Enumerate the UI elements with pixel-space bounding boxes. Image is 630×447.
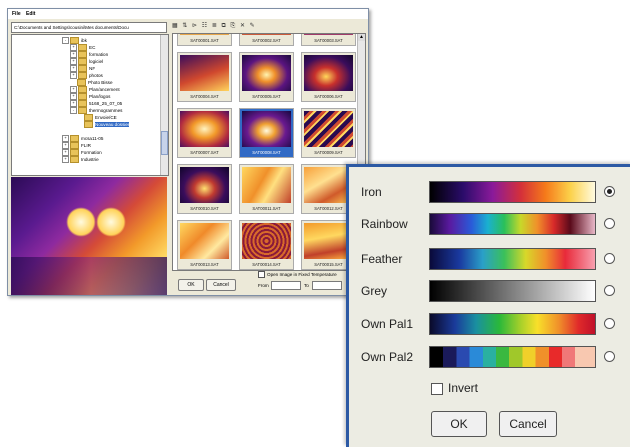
from-input[interactable] (271, 281, 301, 290)
thumbnail[interactable]: SAT00010.SAT (177, 164, 232, 214)
collapse-icon[interactable]: - (70, 107, 77, 115)
thumbnail[interactable]: SAT00014.SAT (239, 220, 294, 270)
palette-radio-iron[interactable] (604, 186, 615, 197)
palette-row-grey[interactable]: Grey (349, 280, 630, 302)
thumbnail-grid[interactable]: SAT00001.SAT SAT00002.SAT SAT00003.SAT S… (172, 33, 366, 271)
palette-radio-rainbow[interactable] (604, 218, 615, 229)
palette-label: Rainbow (361, 217, 408, 231)
palette-gradient-grey (429, 280, 596, 302)
from-label: From (258, 283, 269, 288)
palette-label: Own Pal2 (361, 350, 414, 364)
tree-item[interactable]: Envoie/CE (84, 114, 117, 122)
thumbnail-toolbar: ▦ ⇅ ⊳ ☷ ≣ ⧉ ⎘ ✕ ✎ (172, 21, 365, 31)
path-field[interactable]: C:\Documents and Settings\cousini\Mes do… (11, 22, 167, 33)
cancel-button-small[interactable]: Cancel (206, 279, 236, 291)
menu-bar: File Edit (8, 9, 368, 19)
thumbnail[interactable]: SAT00003.SAT (301, 34, 356, 46)
palette-radio-feather[interactable] (604, 253, 615, 264)
expand-icon[interactable]: + (62, 156, 69, 164)
sort-icon[interactable]: ⇅ (182, 23, 187, 29)
palette-radio-grey[interactable] (604, 285, 615, 296)
folder-icon (84, 121, 93, 129)
palette-gradient-own-pal2 (429, 346, 596, 368)
palette-gradient-feather (429, 248, 596, 270)
tree-item[interactable]: + NF (70, 65, 95, 73)
hotspot (66, 207, 96, 237)
tree-item[interactable]: - thermogrammes (70, 107, 122, 115)
palette-radio-own-pal2[interactable] (604, 351, 615, 362)
palette-radio-own-pal1[interactable] (604, 318, 615, 329)
collapse-icon[interactable]: - (62, 37, 69, 45)
image-browser-window: File Edit C:\Documents and Settings\cous… (7, 8, 369, 296)
fixed-temp-checkbox[interactable]: Open Image in Fixed Temperature (258, 271, 337, 279)
menu-edit[interactable]: Edit (26, 11, 35, 17)
thumbnail[interactable]: SAT00009.SAT (301, 108, 356, 158)
tree-item[interactable]: + Formation (62, 149, 102, 157)
filter-icon[interactable]: ⊳ (192, 23, 197, 29)
tree-item[interactable]: + formation (70, 51, 108, 59)
thumbnail[interactable]: SAT00004.SAT (177, 52, 232, 102)
ok-button[interactable]: OK (431, 411, 487, 437)
tree-item[interactable]: + Industrie (62, 156, 99, 164)
rename-icon[interactable]: ✎ (250, 23, 255, 29)
thumbnail[interactable]: SAT00006.SAT (301, 52, 356, 102)
palette-row-iron[interactable]: Iron (349, 181, 630, 203)
grid-icon[interactable]: ☷ (202, 23, 207, 29)
thumbnail[interactable]: SAT00002.SAT (239, 34, 294, 46)
tree-item[interactable]: + FLIR (62, 142, 91, 150)
tree-item-selected[interactable]: Nouveau dossier (84, 121, 130, 129)
thumbnail[interactable]: SAT00011.SAT (239, 164, 294, 214)
ok-button-small[interactable]: OK (178, 279, 204, 291)
scroll-thumb[interactable] (161, 131, 168, 155)
palette-label: Feather (361, 252, 403, 266)
list-icon[interactable]: ≣ (212, 23, 217, 29)
checkbox-icon[interactable] (258, 271, 265, 279)
palette-row-rainbow[interactable]: Rainbow (349, 213, 630, 235)
invert-checkbox[interactable]: Invert (431, 381, 478, 395)
thumbnail[interactable]: SAT00007.SAT (177, 108, 232, 158)
tree-item[interactable]: + mcsa11-05 (62, 135, 103, 143)
to-label: To (304, 283, 309, 288)
palette-label: Grey (361, 284, 388, 298)
tree-item[interactable]: + photos (70, 72, 103, 80)
palette-dialog: Iron Rainbow Feather Grey Own Pal1 Own P… (346, 164, 630, 447)
palette-gradient-iron (429, 181, 596, 203)
thermal-preview-image (11, 177, 167, 295)
expand-icon[interactable]: + (70, 72, 77, 80)
cancel-button[interactable]: Cancel (499, 411, 557, 437)
tree-item[interactable]: + Plan/logos (70, 93, 110, 101)
menu-file[interactable]: File (12, 11, 21, 17)
copy-icon[interactable]: ⧉ (222, 23, 226, 29)
scroll-up-icon[interactable]: ▲ (358, 34, 365, 41)
tree-item[interactable]: Photo Bisse (77, 79, 113, 87)
cable-region (11, 257, 167, 295)
palette-row-feather[interactable]: Feather (349, 248, 630, 270)
tree-item[interactable]: + logiciel (70, 58, 103, 66)
tree-item[interactable]: +5168_25_07_05 (70, 100, 122, 108)
delete-icon[interactable]: ✕ (240, 23, 245, 29)
tree-scrollbar[interactable] (160, 35, 168, 175)
palette-label: Own Pal1 (361, 317, 414, 331)
folder-icon (70, 156, 79, 164)
folder-view-icon[interactable]: ▦ (172, 23, 178, 29)
palette-row-own-pal1[interactable]: Own Pal1 (349, 313, 630, 335)
tree-item[interactable]: - ibk (62, 37, 87, 45)
checkbox-icon[interactable] (431, 382, 443, 395)
to-input[interactable] (312, 281, 342, 290)
thumbnail-selected[interactable]: SAT00008.SAT (239, 108, 294, 158)
tree-item[interactable]: + Plan/ancement (70, 86, 120, 94)
paste-icon[interactable]: ⎘ (230, 23, 235, 29)
palette-row-own-pal2[interactable]: Own Pal2 (349, 346, 630, 368)
palette-gradient-rainbow (429, 213, 596, 235)
hotspot (96, 207, 126, 237)
thumbnail[interactable]: SAT00013.SAT (177, 220, 232, 270)
thumbnail[interactable]: SAT00005.SAT (239, 52, 294, 102)
thumbnail[interactable]: SAT00001.SAT (177, 34, 232, 46)
folder-tree[interactable]: - ibk + EC + formation + logiciel + NF + photo… (11, 34, 169, 176)
palette-gradient-own-pal1 (429, 313, 596, 335)
tree-item[interactable]: + EC (70, 44, 95, 52)
palette-label: Iron (361, 185, 382, 199)
